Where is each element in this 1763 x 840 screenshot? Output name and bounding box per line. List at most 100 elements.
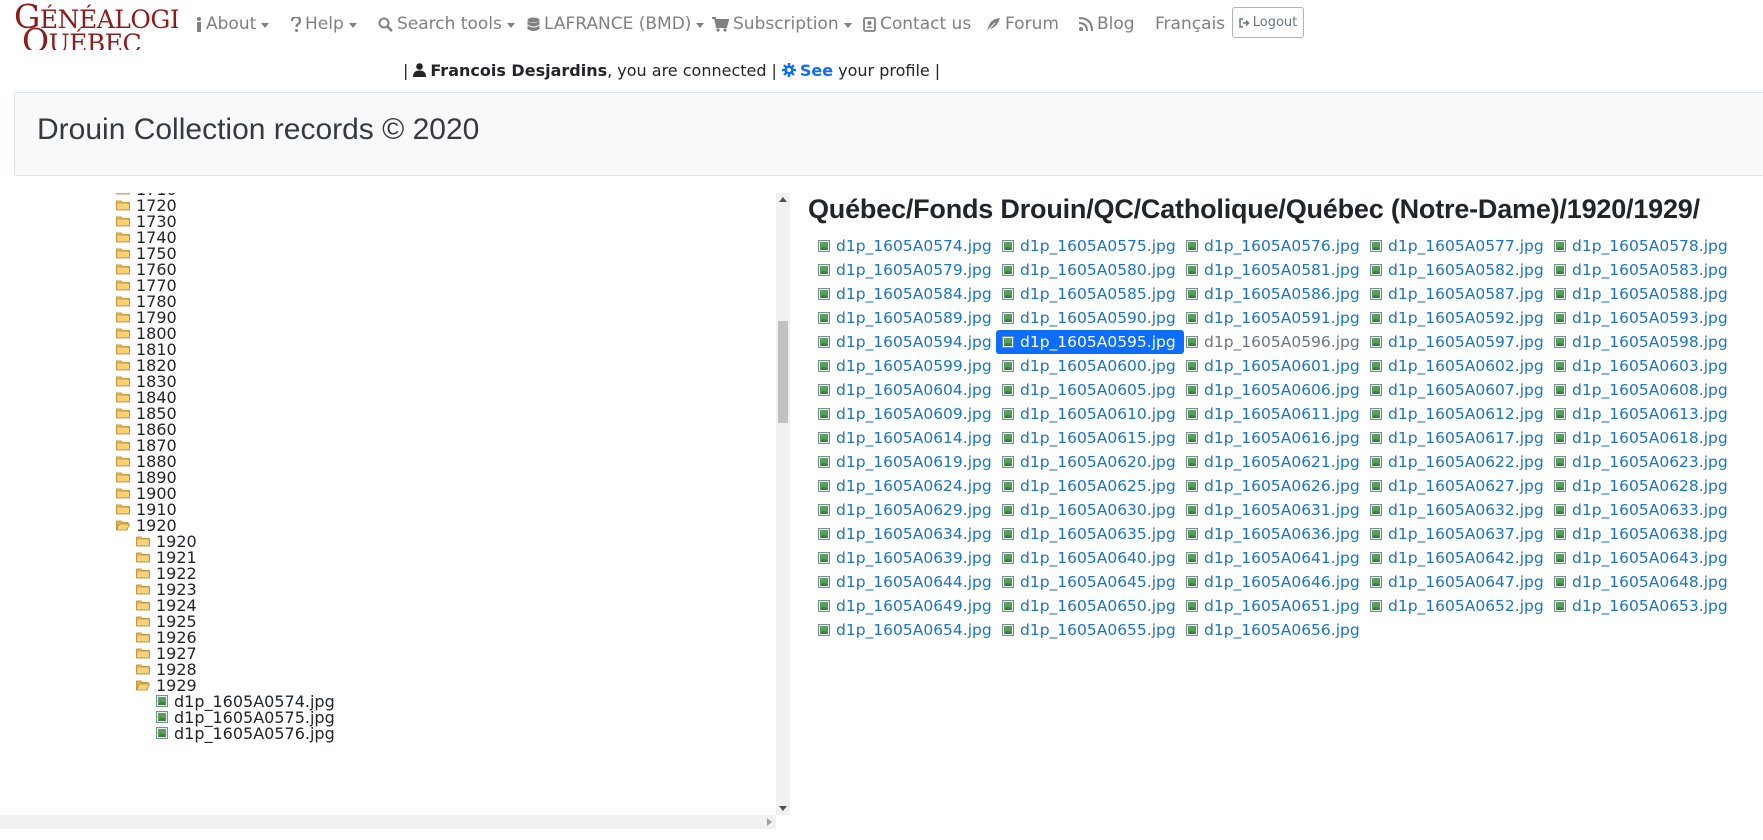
file-link[interactable]: d1p_1605A0579.jpg <box>812 258 1000 282</box>
tree-file[interactable]: d1p_1605A0576.jpg <box>156 724 335 743</box>
file-link[interactable]: d1p_1605A0655.jpg <box>996 618 1184 642</box>
file-link[interactable]: d1p_1605A0602.jpg <box>1364 354 1552 378</box>
file-link[interactable]: d1p_1605A0635.jpg <box>996 522 1184 546</box>
file-link[interactable]: d1p_1605A0642.jpg <box>1364 546 1552 570</box>
file-link[interactable]: d1p_1605A0650.jpg <box>996 594 1184 618</box>
file-link[interactable]: d1p_1605A0587.jpg <box>1364 282 1552 306</box>
file-link[interactable]: d1p_1605A0606.jpg <box>1180 378 1368 402</box>
file-link[interactable]: d1p_1605A0640.jpg <box>996 546 1184 570</box>
file-link[interactable]: d1p_1605A0621.jpg <box>1180 450 1368 474</box>
file-link[interactable]: d1p_1605A0631.jpg <box>1180 498 1368 522</box>
see-profile-link[interactable]: See <box>781 61 833 80</box>
file-link[interactable]: d1p_1605A0584.jpg <box>812 282 1000 306</box>
file-link[interactable]: d1p_1605A0608.jpg <box>1548 378 1736 402</box>
file-link[interactable]: d1p_1605A0639.jpg <box>812 546 1000 570</box>
file-link[interactable]: d1p_1605A0627.jpg <box>1364 474 1552 498</box>
file-link[interactable]: d1p_1605A0607.jpg <box>1364 378 1552 402</box>
file-link[interactable]: d1p_1605A0601.jpg <box>1180 354 1368 378</box>
file-link[interactable]: d1p_1605A0574.jpg <box>812 234 1000 258</box>
file-link[interactable]: d1p_1605A0595.jpg <box>996 330 1184 354</box>
file-link[interactable]: d1p_1605A0616.jpg <box>1180 426 1368 450</box>
tree-vertical-scrollbar[interactable] <box>776 193 790 815</box>
nav-subscription[interactable]: Subscription <box>712 12 852 36</box>
file-link[interactable]: d1p_1605A0603.jpg <box>1548 354 1736 378</box>
file-link[interactable]: d1p_1605A0610.jpg <box>996 402 1184 426</box>
file-link[interactable]: d1p_1605A0619.jpg <box>812 450 1000 474</box>
nav-contact[interactable]: Contact us <box>863 12 971 36</box>
file-link[interactable]: d1p_1605A0620.jpg <box>996 450 1184 474</box>
file-link[interactable]: d1p_1605A0641.jpg <box>1180 546 1368 570</box>
file-link[interactable]: d1p_1605A0648.jpg <box>1548 570 1736 594</box>
file-link[interactable]: d1p_1605A0622.jpg <box>1364 450 1552 474</box>
file-link[interactable]: d1p_1605A0656.jpg <box>1180 618 1368 642</box>
file-link[interactable]: d1p_1605A0614.jpg <box>812 426 1000 450</box>
scroll-right-icon[interactable] <box>767 818 772 826</box>
file-link[interactable]: d1p_1605A0597.jpg <box>1364 330 1552 354</box>
nav-lafrance[interactable]: LAFRANCE (BMD) <box>527 12 705 36</box>
nav-language[interactable]: Français <box>1155 12 1225 36</box>
scroll-up-icon[interactable] <box>779 197 787 202</box>
file-link[interactable]: d1p_1605A0645.jpg <box>996 570 1184 594</box>
scrollbar-thumb[interactable] <box>778 321 788 423</box>
file-link[interactable]: d1p_1605A0623.jpg <box>1548 450 1736 474</box>
file-link[interactable]: d1p_1605A0590.jpg <box>996 306 1184 330</box>
file-link[interactable]: d1p_1605A0578.jpg <box>1548 234 1736 258</box>
file-link[interactable]: d1p_1605A0593.jpg <box>1548 306 1736 330</box>
file-link[interactable]: d1p_1605A0632.jpg <box>1364 498 1552 522</box>
file-link[interactable]: d1p_1605A0611.jpg <box>1180 402 1368 426</box>
file-link[interactable]: d1p_1605A0613.jpg <box>1548 402 1736 426</box>
file-link[interactable]: d1p_1605A0594.jpg <box>812 330 1000 354</box>
file-link[interactable]: d1p_1605A0586.jpg <box>1180 282 1368 306</box>
file-link[interactable]: d1p_1605A0644.jpg <box>812 570 1000 594</box>
nav-help[interactable]: Help <box>291 12 357 36</box>
file-link[interactable]: d1p_1605A0599.jpg <box>812 354 1000 378</box>
tree-horizontal-scrollbar[interactable] <box>0 815 776 829</box>
site-logo[interactable]: GÉNÉALOGIE QUÉBEC <box>14 0 178 50</box>
nav-blog[interactable]: Blog <box>1078 12 1135 36</box>
file-link[interactable]: d1p_1605A0643.jpg <box>1548 546 1736 570</box>
file-link[interactable]: d1p_1605A0654.jpg <box>812 618 1000 642</box>
file-link[interactable]: d1p_1605A0591.jpg <box>1180 306 1368 330</box>
file-link[interactable]: d1p_1605A0577.jpg <box>1364 234 1552 258</box>
file-link[interactable]: d1p_1605A0624.jpg <box>812 474 1000 498</box>
file-link[interactable]: d1p_1605A0638.jpg <box>1548 522 1736 546</box>
file-link[interactable]: d1p_1605A0633.jpg <box>1548 498 1736 522</box>
file-link[interactable]: d1p_1605A0651.jpg <box>1180 594 1368 618</box>
file-link[interactable]: d1p_1605A0646.jpg <box>1180 570 1368 594</box>
file-link[interactable]: d1p_1605A0580.jpg <box>996 258 1184 282</box>
file-link[interactable]: d1p_1605A0575.jpg <box>996 234 1184 258</box>
file-link[interactable]: d1p_1605A0612.jpg <box>1364 402 1552 426</box>
file-link[interactable]: d1p_1605A0653.jpg <box>1548 594 1736 618</box>
file-link[interactable]: d1p_1605A0609.jpg <box>812 402 1000 426</box>
file-link[interactable]: d1p_1605A0598.jpg <box>1548 330 1736 354</box>
file-link[interactable]: d1p_1605A0634.jpg <box>812 522 1000 546</box>
nav-search-tools[interactable]: Search tools <box>378 12 515 36</box>
nav-forum[interactable]: Forum <box>986 12 1059 36</box>
file-link[interactable]: d1p_1605A0617.jpg <box>1364 426 1552 450</box>
file-link[interactable]: d1p_1605A0589.jpg <box>812 306 1000 330</box>
file-link[interactable]: d1p_1605A0605.jpg <box>996 378 1184 402</box>
file-link[interactable]: d1p_1605A0628.jpg <box>1548 474 1736 498</box>
file-link[interactable]: d1p_1605A0630.jpg <box>996 498 1184 522</box>
file-link[interactable]: d1p_1605A0585.jpg <box>996 282 1184 306</box>
file-link[interactable]: d1p_1605A0625.jpg <box>996 474 1184 498</box>
file-link[interactable]: d1p_1605A0637.jpg <box>1364 522 1552 546</box>
file-link[interactable]: d1p_1605A0600.jpg <box>996 354 1184 378</box>
file-link[interactable]: d1p_1605A0583.jpg <box>1548 258 1736 282</box>
file-link[interactable]: d1p_1605A0618.jpg <box>1548 426 1736 450</box>
folder-tree[interactable]: 1710172017301740175017601770178017901800… <box>0 193 776 815</box>
file-link[interactable]: d1p_1605A0588.jpg <box>1548 282 1736 306</box>
file-link[interactable]: d1p_1605A0615.jpg <box>996 426 1184 450</box>
file-link[interactable]: d1p_1605A0592.jpg <box>1364 306 1552 330</box>
file-link[interactable]: d1p_1605A0604.jpg <box>812 378 1000 402</box>
file-link[interactable]: d1p_1605A0581.jpg <box>1180 258 1368 282</box>
file-link[interactable]: d1p_1605A0649.jpg <box>812 594 1000 618</box>
file-link[interactable]: d1p_1605A0629.jpg <box>812 498 1000 522</box>
file-link[interactable]: d1p_1605A0636.jpg <box>1180 522 1368 546</box>
file-link[interactable]: d1p_1605A0647.jpg <box>1364 570 1552 594</box>
file-link[interactable]: d1p_1605A0652.jpg <box>1364 594 1552 618</box>
file-link[interactable]: d1p_1605A0576.jpg <box>1180 234 1368 258</box>
file-link[interactable]: d1p_1605A0582.jpg <box>1364 258 1552 282</box>
logout-button[interactable]: Logout <box>1232 7 1304 38</box>
nav-about[interactable]: About <box>196 12 270 36</box>
